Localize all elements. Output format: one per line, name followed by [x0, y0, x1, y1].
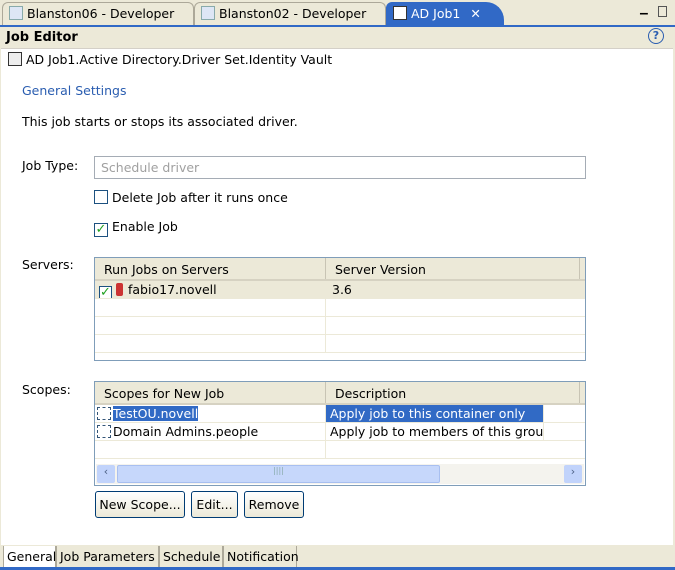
servers-label: Servers:: [22, 257, 74, 272]
page-title: Job Editor: [6, 30, 78, 45]
servers-table: Run Jobs on Servers Server Version ✓ fabio…: [94, 257, 586, 361]
description-text: This job starts or stops its associated …: [22, 114, 298, 129]
remove-button[interactable]: Remove: [244, 491, 304, 518]
general-settings-link[interactable]: General Settings: [22, 83, 127, 98]
object-path: AD Job1.Active Directory.Driver Set.Iden…: [8, 52, 332, 67]
scopes-table: Scopes for New Job Description TestOU.nov…: [94, 381, 586, 486]
column-header[interactable]: Scopes for New Job: [95, 382, 326, 403]
table-row[interactable]: Domain Admins.people Apply job to member…: [95, 423, 585, 441]
developer-icon: [201, 6, 215, 20]
checkmark-icon[interactable]: ✓: [94, 223, 108, 237]
tab-underline: [0, 25, 675, 27]
edit-button[interactable]: Edit...: [191, 491, 238, 518]
horizontal-scrollbar[interactable]: ‹ |||| ›: [96, 464, 584, 484]
checkmark-icon[interactable]: ✓: [99, 286, 112, 298]
scroll-left-icon[interactable]: ‹: [97, 465, 115, 483]
delete-job-checkbox[interactable]: Delete Job after it runs once: [94, 190, 288, 205]
tab-job-parameters[interactable]: Job Parameters: [56, 546, 159, 568]
checkbox[interactable]: [94, 190, 108, 204]
minimize-icon[interactable]: ▁: [640, 4, 648, 15]
help-icon[interactable]: ?: [648, 28, 664, 44]
close-icon[interactable]: ✕: [470, 6, 480, 21]
developer-icon: [9, 6, 23, 20]
server-icon: [116, 283, 123, 296]
job-type-label: Job Type:: [22, 158, 79, 173]
maximize-icon[interactable]: [658, 6, 667, 17]
column-header[interactable]: Run Jobs on Servers: [95, 258, 326, 279]
table-row[interactable]: TestOU.novell Apply job to this containe…: [95, 405, 585, 423]
group-icon: [97, 425, 111, 438]
container-icon: [97, 407, 111, 420]
table-row[interactable]: ✓ fabio17.novell 3.6: [95, 281, 585, 299]
tab-schedule[interactable]: Schedule: [159, 546, 223, 568]
tab-blanston02[interactable]: Blanston02 - Developer: [194, 2, 386, 25]
tab-notification[interactable]: Notification: [223, 546, 299, 568]
job-icon: [393, 6, 407, 20]
tab-ad-job1[interactable]: AD Job1 ✕: [386, 2, 504, 25]
tab-blanston06[interactable]: Blanston06 - Developer: [2, 2, 194, 25]
new-scope-button[interactable]: New Scope...: [95, 491, 185, 518]
column-header[interactable]: Server Version: [326, 258, 580, 279]
job-icon: [8, 52, 22, 66]
scroll-right-icon[interactable]: ›: [564, 465, 582, 483]
column-header[interactable]: Description: [326, 382, 580, 403]
tab-general[interactable]: General: [3, 546, 56, 568]
scopes-label: Scopes:: [22, 382, 71, 397]
scrollbar-thumb[interactable]: ||||: [117, 465, 440, 483]
enable-job-checkbox[interactable]: ✓ Enable Job: [94, 219, 178, 237]
job-type-field[interactable]: Schedule driver: [94, 156, 586, 179]
